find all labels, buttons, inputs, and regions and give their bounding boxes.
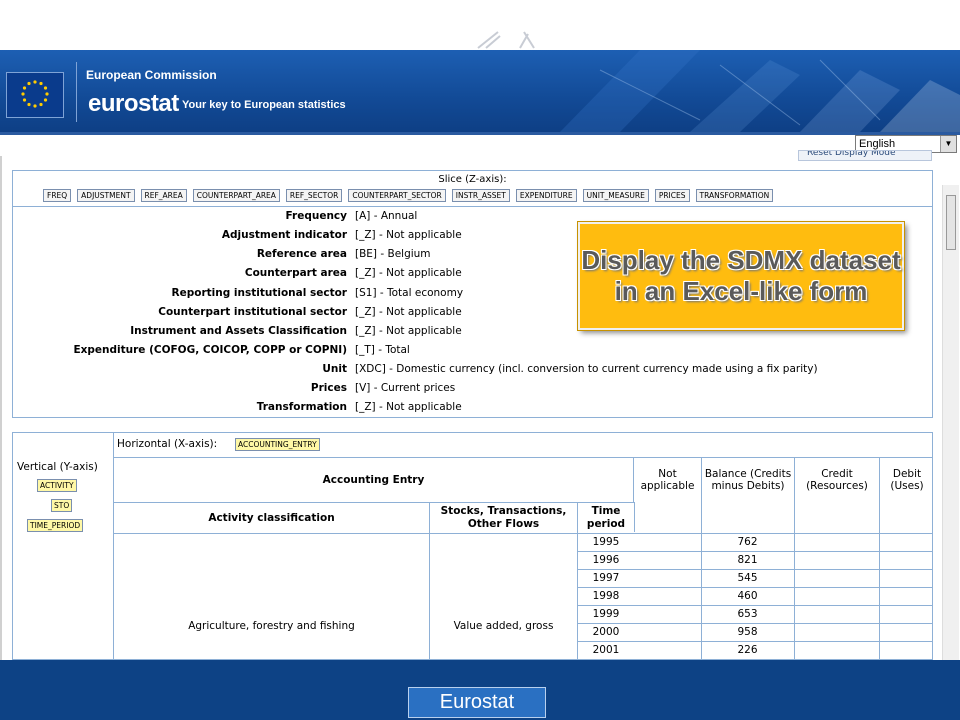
year-cell: 1999 bbox=[592, 608, 620, 620]
col-not-applicable: Not applicable bbox=[640, 468, 695, 492]
chip-time-period[interactable]: TIME_PERIOD bbox=[27, 519, 84, 532]
left-border bbox=[0, 156, 2, 660]
dim-row-prices: Prices [V] - Current prices bbox=[13, 379, 932, 398]
reset-display-label: Reset Display Mode bbox=[807, 150, 896, 158]
dim-value: [_T] - Total bbox=[355, 344, 410, 356]
dim-value: [_Z] - Not applicable bbox=[355, 401, 462, 413]
row-header-activity: Activity classification bbox=[208, 511, 335, 524]
chip-prices[interactable]: PRICES bbox=[654, 189, 690, 202]
dim-label: Counterpart area bbox=[244, 267, 347, 279]
chip-freq[interactable]: FREQ bbox=[43, 189, 72, 202]
dim-value: [_Z] - Not applicable bbox=[355, 325, 462, 337]
dim-value: [_Z] - Not applicable bbox=[355, 267, 462, 279]
chip-transformation[interactable]: TRANSFORMATION bbox=[695, 189, 774, 202]
balance-cell[interactable]: 545 bbox=[702, 569, 793, 587]
balance-cell[interactable]: 226 bbox=[702, 641, 793, 659]
chip-activity[interactable]: ACTIVITY bbox=[37, 479, 77, 492]
chip-expenditure[interactable]: EXPENDITURE bbox=[515, 189, 577, 202]
accounting-entry-header: Accounting Entry bbox=[322, 473, 425, 486]
eu-stars-icon bbox=[21, 80, 49, 108]
eurostat-footer-button[interactable]: Eurostat bbox=[408, 687, 546, 718]
banner-divider bbox=[76, 62, 77, 122]
language-value: English bbox=[859, 138, 896, 150]
corner-decoration bbox=[477, 31, 535, 49]
dim-value: [_Z] - Not applicable bbox=[355, 306, 462, 318]
vertical-axis-label: Vertical (Y-axis) bbox=[17, 461, 98, 473]
chip-ref-area[interactable]: REF_AREA bbox=[140, 189, 187, 202]
dim-value: [_Z] - Not applicable bbox=[355, 229, 462, 241]
chip-counterpart-sector[interactable]: COUNTERPART_SECTOR bbox=[348, 189, 446, 202]
callout-box: Display the SDMX dataset in an Excel-lik… bbox=[578, 222, 904, 330]
dim-value: [A] - Annual bbox=[355, 210, 418, 222]
top-whitespace bbox=[0, 0, 960, 50]
dim-label: Transformation bbox=[256, 401, 347, 413]
balance-cell[interactable]: 460 bbox=[702, 587, 793, 605]
dim-value: [BE] - Belgium bbox=[355, 248, 431, 260]
chevron-down-icon[interactable]: ▼ bbox=[940, 136, 956, 152]
dim-label: Reporting institutional sector bbox=[171, 287, 347, 299]
col-credit: Credit (Resources) bbox=[806, 468, 868, 492]
scrollbar-thumb[interactable] bbox=[946, 195, 956, 250]
dim-row-expenditure: Expenditure (COFOG, COICOP, COPP or COPN… bbox=[13, 341, 932, 360]
dim-value: [V] - Current prices bbox=[355, 382, 456, 394]
chip-sto[interactable]: STO bbox=[51, 499, 73, 512]
year-cell: 1996 bbox=[592, 554, 620, 566]
slice-chips: FREQ ADJUSTMENT REF_AREA COUNTERPART_AREA RE… bbox=[43, 189, 779, 203]
year-cell: 1995 bbox=[592, 536, 620, 548]
row-header-sto: Stocks, Transactions, Other Flows bbox=[440, 505, 567, 530]
chip-instr-asset[interactable]: INSTR_ASSET bbox=[451, 189, 510, 202]
org-name: European Commission bbox=[86, 68, 217, 82]
chip-ref-sector[interactable]: REF_SECTOR bbox=[285, 189, 343, 202]
chip-counterpart-area[interactable]: COUNTERPART_AREA bbox=[192, 189, 280, 202]
col-debit: Debit (Uses) bbox=[890, 468, 924, 492]
horizontal-axis-label: Horizontal (X-axis): bbox=[117, 438, 218, 450]
grid-line bbox=[634, 502, 635, 532]
year-cell: 1998 bbox=[592, 590, 620, 602]
dim-label: Reference area bbox=[256, 248, 347, 260]
dim-label: Adjustment indicator bbox=[221, 229, 347, 241]
row-header-time: Time period bbox=[586, 505, 626, 530]
reset-display-button[interactable]: Reset Display Mode bbox=[798, 150, 932, 161]
sto-cell: Value added, gross bbox=[453, 619, 554, 632]
dim-label: Instrument and Assets Classification bbox=[130, 325, 347, 337]
col-balance: Balance (Credits minus Debits) bbox=[704, 468, 792, 492]
dim-label: Expenditure (COFOG, COICOP, COPP or COPN… bbox=[73, 344, 347, 356]
dim-value: [XDC] - Domestic currency (incl. convers… bbox=[355, 363, 818, 375]
slice-title: Slice (Z-axis): bbox=[438, 174, 507, 185]
dim-row-transformation: Transformation [_Z] - Not applicable bbox=[13, 398, 932, 417]
dim-label: Counterpart institutional sector bbox=[158, 306, 347, 318]
chip-accounting-entry[interactable]: ACCOUNTING_ENTRY bbox=[235, 438, 320, 451]
eurostat-logo[interactable]: eurostat bbox=[88, 90, 179, 118]
dim-row-unit: Unit [XDC] - Domestic currency (incl. con… bbox=[13, 360, 932, 379]
eu-flag-icon bbox=[6, 72, 64, 118]
dim-value: [S1] - Total economy bbox=[355, 287, 464, 299]
slice-header: Slice (Z-axis): FREQ ADJUSTMENT REF_AREA CO… bbox=[13, 171, 932, 207]
balance-cell[interactable]: 762 bbox=[702, 533, 793, 551]
balance-cell[interactable]: 958 bbox=[702, 623, 793, 641]
tagline: Your key to European statistics bbox=[182, 99, 346, 111]
year-cell: 2001 bbox=[592, 644, 620, 656]
balance-cell[interactable]: 653 bbox=[702, 605, 793, 623]
dim-label: Unit bbox=[322, 363, 347, 375]
year-cell: 1997 bbox=[592, 572, 620, 584]
chip-unit-measure[interactable]: UNIT_MEASURE bbox=[582, 189, 649, 202]
chip-adjustment[interactable]: ADJUSTMENT bbox=[77, 189, 135, 202]
activity-cell: Agriculture, forestry and fishing bbox=[188, 619, 355, 632]
dim-label: Prices bbox=[310, 382, 347, 394]
callout-text: Display the SDMX dataset in an Excel-lik… bbox=[581, 245, 901, 306]
vertical-scrollbar[interactable] bbox=[942, 185, 959, 660]
year-cell: 2000 bbox=[592, 626, 620, 638]
data-grid: Horizontal (X-axis): ACCOUNTING_ENTRY Ve… bbox=[12, 432, 933, 660]
balance-cell[interactable]: 821 bbox=[702, 551, 793, 569]
dim-label: Frequency bbox=[285, 210, 347, 222]
